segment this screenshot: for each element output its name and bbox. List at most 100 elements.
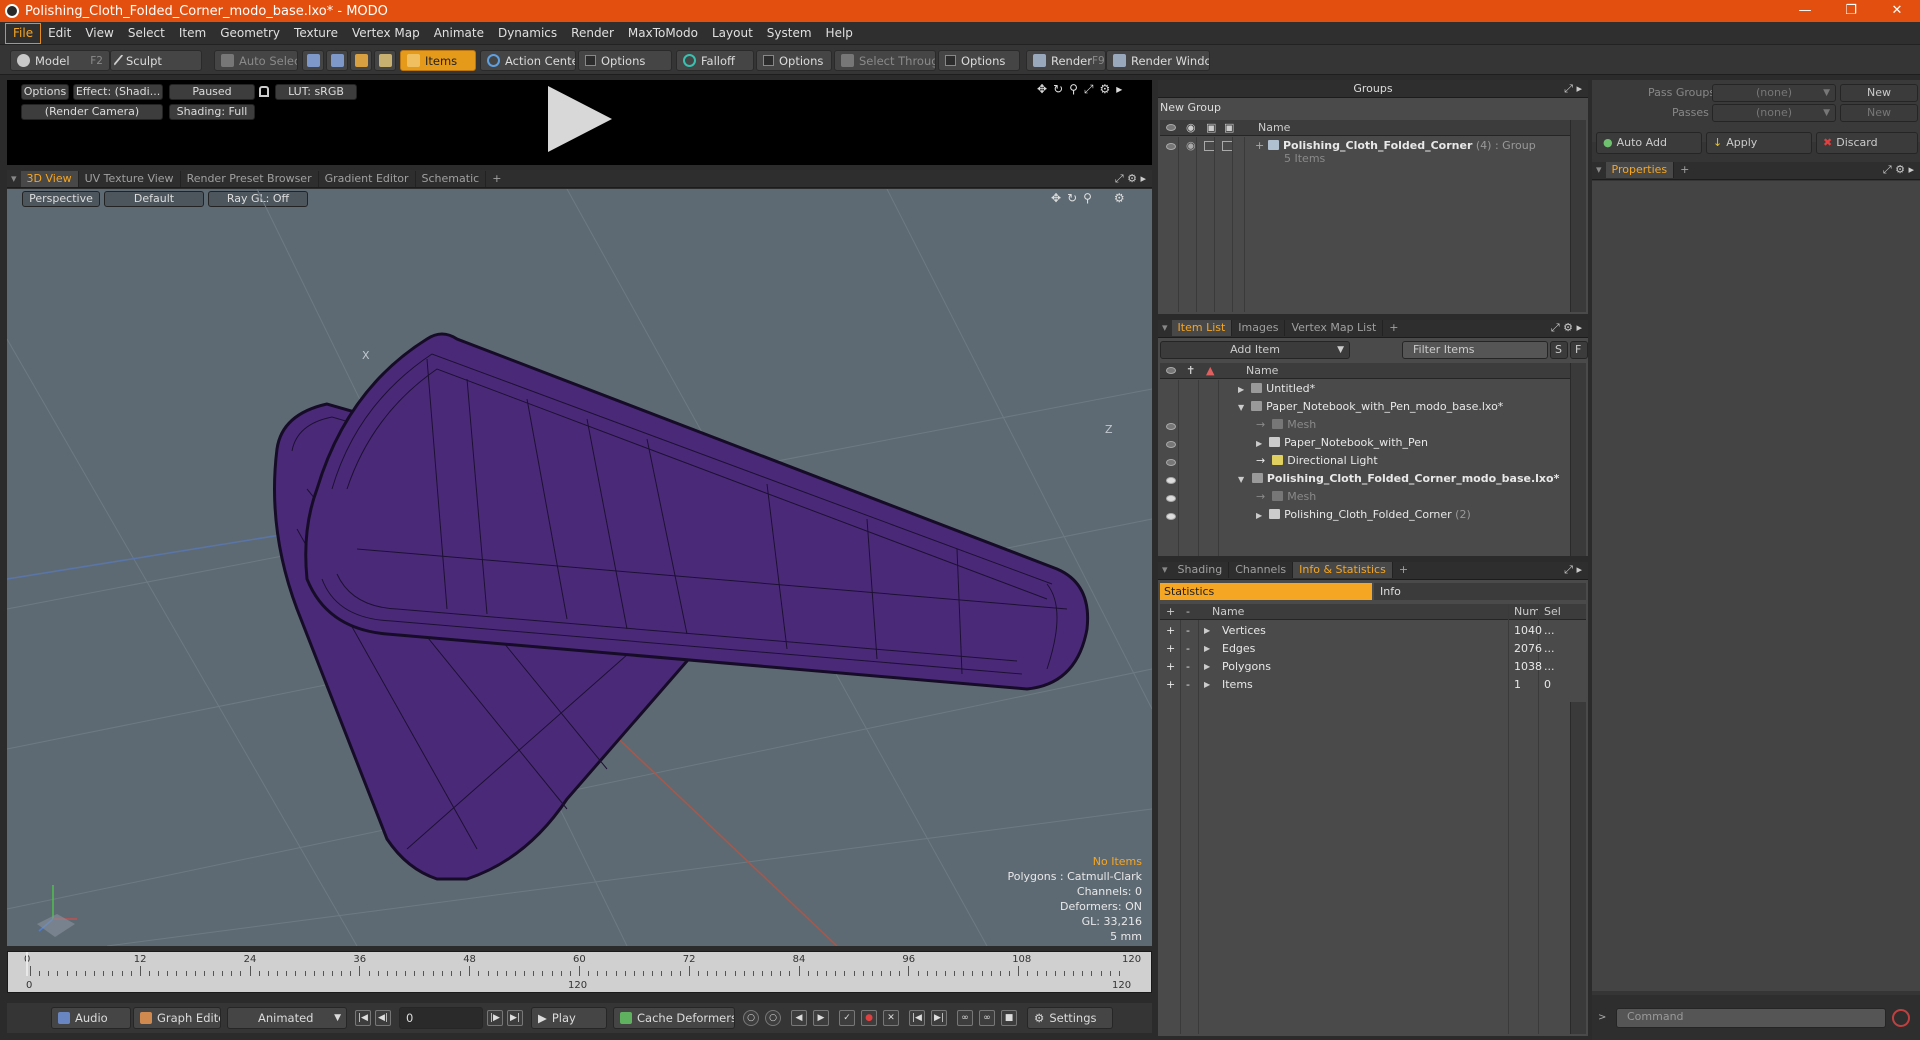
expand-arrow-icon[interactable]: ▶ [1256,439,1262,448]
next-key-button[interactable]: |▶ [487,1010,503,1026]
collapse-arrow-icon[interactable]: ▼ [1238,475,1244,484]
settings-button[interactable]: ⚙ Settings [1027,1007,1113,1029]
info-subtab[interactable]: Info [1374,583,1586,600]
item-row-mesh[interactable]: → Mesh [1256,416,1316,434]
add-item-dropdown[interactable]: Add Item ▼ [1160,341,1350,359]
tab-info-statistics[interactable]: Info & Statistics [1293,562,1393,578]
filter-items-input[interactable]: Filter Items [1402,341,1548,359]
menu-dynamics[interactable]: Dynamics [491,24,564,43]
expand-arrow-icon[interactable]: ▶ [1204,622,1210,640]
tab-gradient-editor[interactable]: Gradient Editor [319,171,416,187]
zoom-icon[interactable]: ⚲ [1069,82,1078,97]
menu-render[interactable]: Render [564,24,621,43]
render-button[interactable]: Render F9 [1026,50,1106,71]
action-center-options-button[interactable]: Options [578,50,672,71]
panel-arrow-icon[interactable]: ▾ [7,171,21,187]
action-center-button[interactable]: Action Center [480,50,576,71]
maximize-icon[interactable]: ⤢ ⚙ ▸ [1877,162,1920,178]
expand-arrow-icon[interactable]: ▶ [1204,658,1210,676]
menu-geometry[interactable]: Geometry [213,24,287,43]
menu-edit[interactable]: Edit [41,24,78,43]
stat-row-items[interactable]: + - ▶ Items 1 0 [1160,676,1586,694]
prev-keyframe-icon[interactable]: ◀ [791,1010,807,1026]
filter-f-button[interactable]: F [1570,341,1588,359]
eye-icon[interactable] [1166,143,1176,150]
edges-mode-button[interactable] [326,50,348,71]
timeline[interactable]: 01224364860728496108120 0 120 120 [7,951,1152,993]
channel-icon[interactable]: ■ [1001,1010,1017,1026]
minimize-button[interactable]: — [1782,0,1828,22]
panel-arrow-icon[interactable]: ▾ [1592,162,1606,178]
passes-dropdown[interactable]: (none) ▼ [1712,104,1836,122]
gear-icon[interactable]: ⚙ [1100,82,1111,97]
stat-row-edges[interactable]: + - ▶ Edges 2076 ... [1160,640,1586,658]
stat-row-vertices[interactable]: + - ▶ Vertices 1040 ... [1160,622,1586,640]
menu-animate[interactable]: Animate [427,24,491,43]
audio-button[interactable]: Audio [51,1007,131,1029]
tab-images[interactable]: Images [1232,320,1286,336]
apply-button[interactable]: ↓ Apply [1706,132,1812,154]
tab-vertex-map-list[interactable]: Vertex Map List [1285,320,1384,336]
key-icon[interactable]: ✓ [839,1010,855,1026]
add-tab-button[interactable]: + [486,171,507,187]
preview-shading-dropdown[interactable]: Shading: Full [169,104,255,120]
tab-uv-texture-view[interactable]: UV Texture View [79,171,181,187]
items-mode-button[interactable]: Items [400,50,476,71]
rotate-icon[interactable]: ↻ [1053,82,1063,97]
select-through-button[interactable]: Select Through [834,50,936,71]
step-back-icon[interactable]: |◀ [909,1010,925,1026]
select-through-options-button[interactable]: Options [938,50,1020,71]
menu-vertex-map[interactable]: Vertex Map [345,24,427,43]
eye-icon[interactable] [1166,124,1176,131]
current-frame-input[interactable]: 0 [399,1007,483,1029]
record-icon[interactable]: ● [861,1010,877,1026]
auto-key-icon[interactable]: ○ [743,1010,759,1026]
command-input[interactable]: Command [1616,1008,1886,1028]
tab-schematic[interactable]: Schematic [416,171,487,187]
pass-groups-dropdown[interactable]: (none) ▼ [1712,84,1836,102]
tab-3d-view[interactable]: 3D View [20,171,79,187]
next-keyframe-icon[interactable]: ▶ [813,1010,829,1026]
lock-icon[interactable] [259,86,269,97]
preview-effect-dropdown[interactable]: Effect: (Shadi... [73,84,163,100]
item-row-paper-notebook[interactable]: ▶ Paper_Notebook_with_Pen [1256,434,1428,452]
stat-row-polygons[interactable]: + - ▶ Polygons 1038 ... [1160,658,1586,676]
groups-scrollbar[interactable] [1570,120,1586,312]
vertices-mode-button[interactable] [302,50,324,71]
tab-render-preset-browser[interactable]: Render Preset Browser [181,171,319,187]
expand-arrow-icon[interactable]: ▶ [1204,676,1210,694]
3d-viewport[interactable]: Perspective Default Ray GL: Off ✥ ↻ ⚲ ⚙ … [7,189,1152,946]
eye-icon[interactable] [1166,477,1176,484]
panel-arrow-icon[interactable]: ▾ [1158,320,1172,336]
select-icon[interactable]: ▣ [1224,120,1234,136]
delete-key-icon[interactable]: ✕ [883,1010,899,1026]
close-button[interactable]: ✕ [1874,0,1920,22]
expand-arrow-icon[interactable]: ▸ [1116,82,1122,97]
menu-item[interactable]: Item [172,24,213,43]
eye-icon[interactable] [1166,459,1176,466]
new-pass-group-button[interactable]: New [1840,84,1918,102]
expand-arrow-icon[interactable]: ▶ [1204,640,1210,658]
render-icon[interactable]: ◉ [1186,137,1196,155]
expand-arrow-icon[interactable]: ▶ [1256,511,1262,520]
collapse-arrow-icon[interactable]: ▼ [1238,403,1244,412]
tab-shading[interactable]: Shading [1172,562,1230,578]
statistics-subtab[interactable]: Statistics [1160,583,1372,600]
cache-deformers-button[interactable]: Cache Deformers [613,1007,735,1029]
eye-icon[interactable] [1166,441,1176,448]
filter-s-button[interactable]: S [1550,341,1568,359]
collapse-all-button[interactable]: - [1186,604,1190,620]
preview-paused-button[interactable]: Paused [169,84,255,100]
item-row-polishing-cloth[interactable]: ▶ Polishing_Cloth_Folded_Corner (2) [1256,506,1471,524]
item-row-polishing-cloth-scene[interactable]: ▼ Polishing_Cloth_Folded_Corner_modo_bas… [1238,470,1559,488]
go-to-end-button[interactable]: ▶| [507,1010,523,1026]
preview-lut-dropdown[interactable]: LUT: sRGB [275,84,357,100]
tab-channels[interactable]: Channels [1229,562,1294,578]
panel-arrow-icon[interactable]: ▾ [1158,562,1172,578]
expand-all-button[interactable]: + [1166,604,1175,620]
tab-item-list[interactable]: Item List [1171,320,1233,336]
menu-maxtomodo[interactable]: MaxToModo [621,24,705,43]
discard-button[interactable]: ✖ Discard [1816,132,1918,154]
group-row[interactable]: ◉ + Polishing_Cloth_Folded_Corner (4) : … [1160,137,1570,155]
eye-icon[interactable] [1166,367,1176,374]
